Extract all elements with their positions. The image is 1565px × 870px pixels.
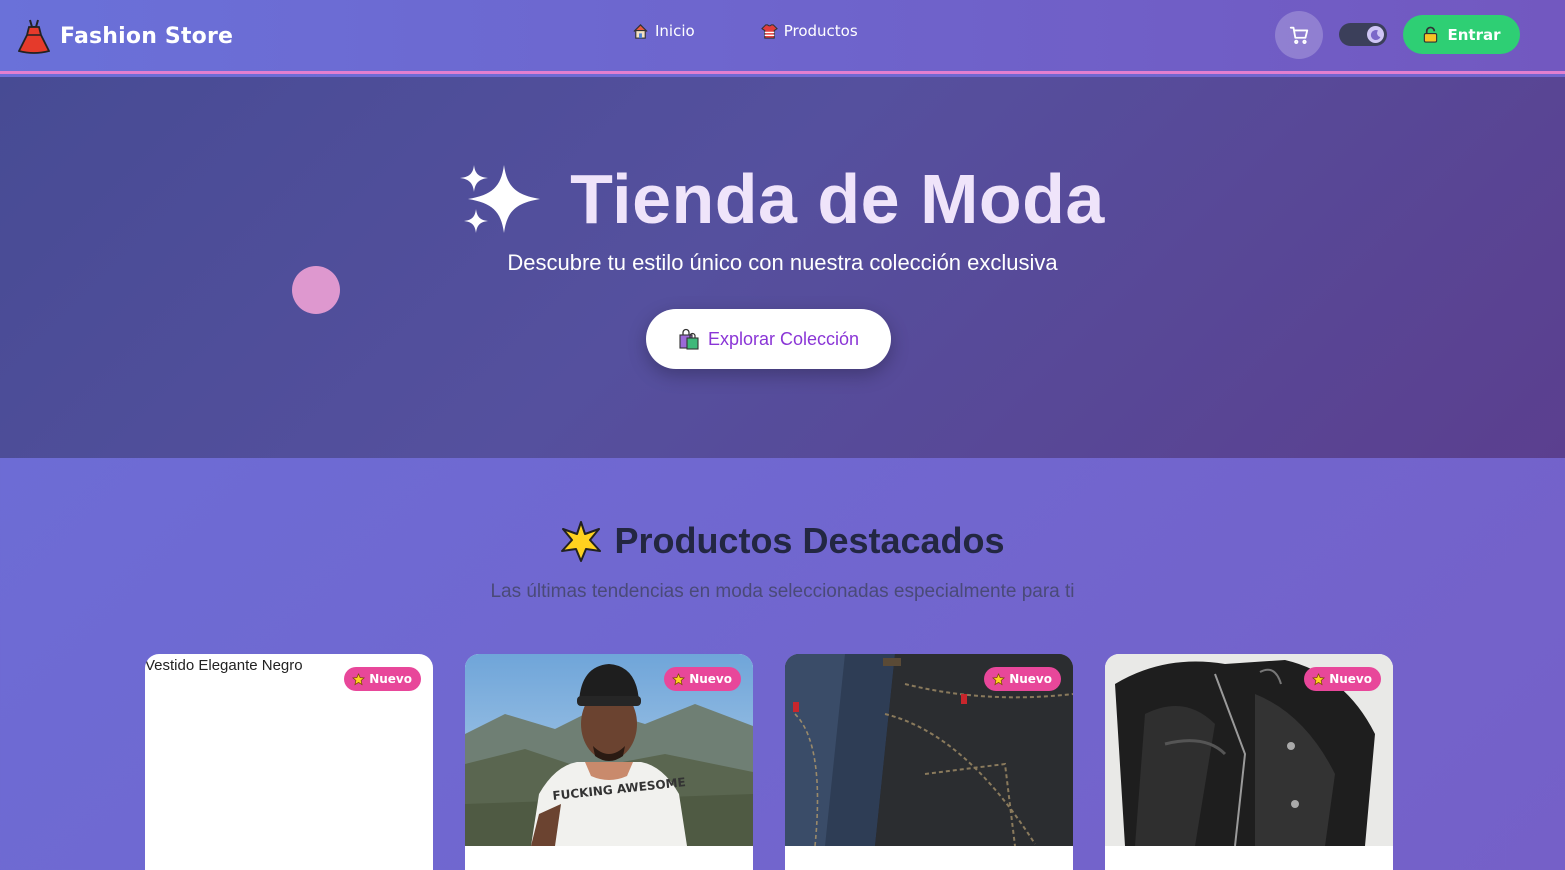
navbar: Fashion Store Inicio Productos Entrar xyxy=(0,0,1565,74)
sparkles-icon xyxy=(460,165,541,233)
new-badge-label: Nuevo xyxy=(369,672,412,686)
new-badge-label: Nuevo xyxy=(1329,672,1372,686)
login-button[interactable]: Entrar xyxy=(1403,15,1520,54)
shirt-icon xyxy=(760,23,778,39)
product-card[interactable]: Vestido Elegante Negro Nuevo xyxy=(145,654,433,870)
hero-section: Tienda de Moda Descubre tu estilo único … xyxy=(0,77,1565,458)
nav-link-label: Inicio xyxy=(655,22,695,40)
login-label: Entrar xyxy=(1447,25,1501,44)
brand-logo[interactable]: Fashion Store xyxy=(18,17,233,55)
shopping-bags-icon xyxy=(679,328,699,350)
theme-toggle[interactable] xyxy=(1339,23,1387,46)
dress-icon xyxy=(18,19,50,54)
main-nav: Inicio Productos xyxy=(632,22,858,40)
hero-title-text: Tienda de Moda xyxy=(570,160,1105,238)
star-icon xyxy=(1312,672,1326,685)
star-icon xyxy=(992,672,1006,685)
star-icon xyxy=(672,672,686,685)
new-badge: Nuevo xyxy=(1304,667,1381,691)
nav-link-label: Productos xyxy=(783,22,858,40)
hero-subtitle: Descubre tu estilo único con nuestra col… xyxy=(507,250,1058,275)
explore-collection-label: Explorar Colección xyxy=(707,328,860,349)
featured-subtitle: Las últimas tendencias en moda seleccion… xyxy=(490,581,1075,602)
lock-icon xyxy=(1424,26,1438,43)
product-card[interactable]: FUCKING AWESOME Nuevo xyxy=(465,654,753,870)
star-icon xyxy=(561,521,602,562)
featured-title: Productos Destacados xyxy=(0,520,1565,562)
new-badge-label: Nuevo xyxy=(1009,672,1052,686)
explore-collection-button[interactable]: Explorar Colección xyxy=(646,309,891,369)
new-badge: Nuevo xyxy=(984,667,1061,691)
brand-name: Fashion Store xyxy=(60,23,234,49)
new-badge: Nuevo xyxy=(664,667,741,691)
house-icon xyxy=(633,23,648,39)
featured-title-text: Productos Destacados xyxy=(614,520,1005,561)
cart-button[interactable] xyxy=(1275,11,1323,59)
hero-title: Tienda de Moda xyxy=(0,159,1565,239)
star-icon xyxy=(352,672,366,685)
cart-icon xyxy=(1289,26,1309,44)
nav-link-inicio[interactable]: Inicio xyxy=(632,22,695,40)
new-badge-label: Nuevo xyxy=(689,672,732,686)
product-card[interactable]: Nuevo xyxy=(785,654,1073,870)
toggle-knob xyxy=(1367,26,1384,43)
nav-link-productos[interactable]: Productos xyxy=(760,22,858,40)
product-image-alt: Vestido Elegante Negro xyxy=(145,657,303,674)
decorative-circle xyxy=(292,266,340,314)
new-badge: Nuevo xyxy=(344,667,421,691)
product-card[interactable]: Nuevo xyxy=(1105,654,1393,870)
moon-icon xyxy=(1370,29,1380,40)
